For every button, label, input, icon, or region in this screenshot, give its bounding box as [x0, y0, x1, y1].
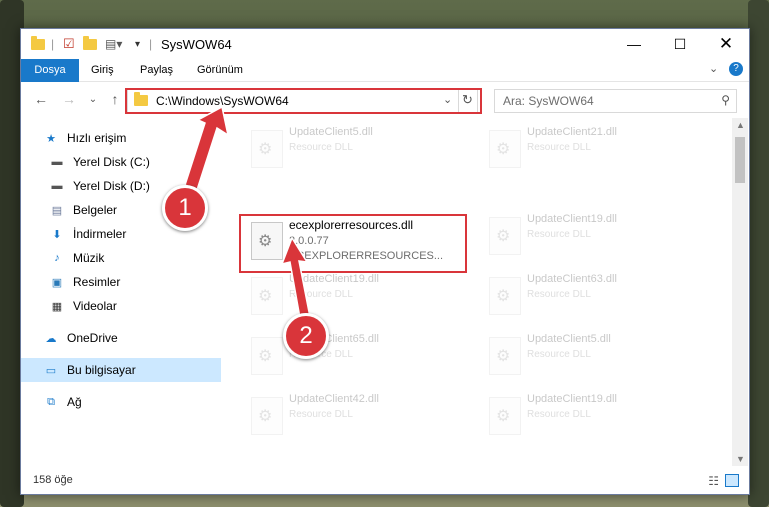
callout-badge-1: 1	[162, 185, 208, 231]
arrow-1	[184, 105, 230, 192]
callout-badge-2: 2	[283, 313, 329, 359]
annotation-arrows	[184, 105, 311, 319]
arrow-2	[280, 236, 311, 319]
